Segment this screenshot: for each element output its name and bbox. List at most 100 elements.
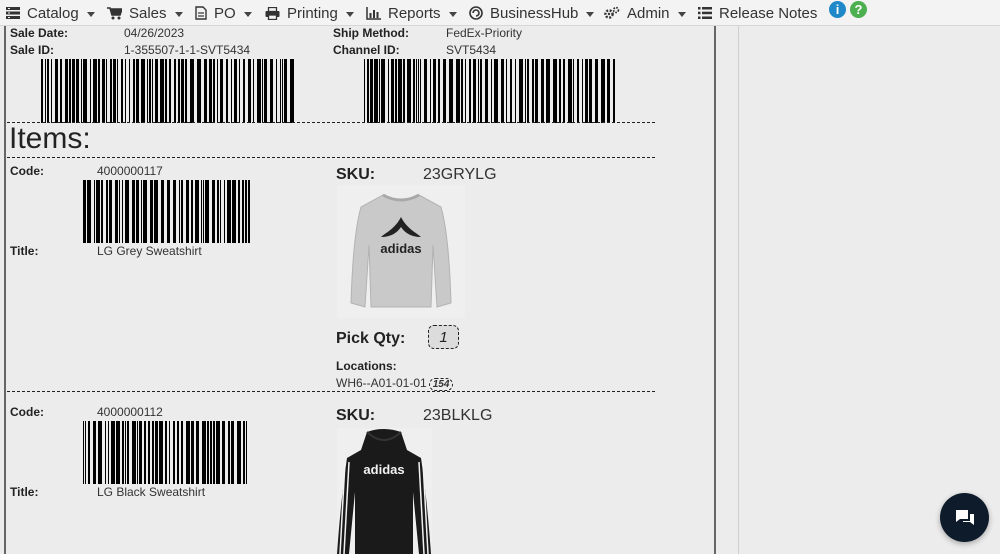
- barcode-bar: [403, 59, 405, 123]
- barcode-bar: [152, 59, 153, 123]
- nav-catalog[interactable]: Catalog: [6, 3, 95, 23]
- barcode-bar: [519, 59, 523, 123]
- barcode-bar: [238, 180, 240, 243]
- barcode-bar: [613, 59, 615, 123]
- barcode-bar: [181, 180, 183, 243]
- nav-admin-label: Admin: [627, 4, 670, 22]
- item-title-label: Title:: [10, 244, 39, 258]
- barcode-bar: [173, 180, 176, 243]
- barcode-bar: [388, 59, 389, 123]
- barcode-bar: [231, 59, 232, 123]
- barcode-bar: [246, 421, 247, 484]
- nav-po[interactable]: PO: [195, 3, 252, 23]
- panel-divider: [714, 26, 716, 554]
- barcode-bar: [173, 421, 175, 484]
- barcode-bar: [262, 59, 263, 123]
- barcode-bar: [190, 59, 194, 123]
- barcode-bar: [111, 421, 115, 484]
- nav-release-notes[interactable]: Release Notes: [698, 3, 817, 23]
- barcode-bar: [65, 59, 68, 123]
- barcode-bar: [76, 59, 79, 123]
- barcode-bar: [93, 421, 96, 484]
- barcode-bar: [139, 421, 142, 484]
- pick-qty-value: 1: [428, 325, 459, 349]
- barcode-bar: [191, 421, 194, 484]
- barcode-bar: [169, 59, 171, 123]
- nav-reports[interactable]: Reports: [366, 3, 457, 23]
- gears-icon: [604, 6, 620, 19]
- barcode-bar: [243, 59, 245, 123]
- cart-icon: [107, 6, 122, 19]
- barcode-bar: [141, 59, 145, 123]
- location-code: WH6--A01-01-01: [336, 376, 427, 390]
- barcode-bar: [433, 59, 436, 123]
- nav-sales[interactable]: Sales: [107, 3, 183, 23]
- locations-label: Locations:: [336, 359, 397, 373]
- barcode-bar: [577, 59, 579, 123]
- barcode-bar: [177, 421, 179, 484]
- barcode-bar: [237, 421, 241, 484]
- barcode-bar: [234, 59, 237, 123]
- chevron-down-icon: [174, 11, 183, 17]
- barcode-bar: [161, 180, 164, 243]
- product-image-brand-text: adidas: [380, 241, 421, 256]
- barcode-bar: [276, 59, 277, 123]
- barcode-bar: [264, 59, 267, 123]
- chat-button[interactable]: [940, 493, 989, 542]
- barcode-bar: [491, 59, 492, 123]
- barcode-bar: [228, 421, 230, 484]
- ship-method-value: FedEx-Priority: [446, 26, 523, 40]
- top-navbar: Catalog Sales PO Printing Reports Busine…: [0, 0, 1000, 26]
- barcode-bar: [148, 421, 150, 484]
- barcode-bar: [155, 421, 158, 484]
- barcode-bar: [167, 180, 170, 243]
- barcode-bar: [391, 59, 394, 123]
- barcode-bar: [90, 59, 91, 123]
- barcode-bar: [364, 59, 365, 123]
- barcode-bar: [284, 59, 287, 123]
- item-title-label: Title:: [10, 485, 39, 499]
- help-glyph: ?: [854, 2, 863, 17]
- barcode-bar: [413, 59, 415, 123]
- barcode-bar: [152, 421, 154, 484]
- location-count: 154: [428, 378, 454, 391]
- nav-reports-label: Reports: [388, 4, 441, 22]
- product-image-brand-text: adidas: [363, 462, 404, 477]
- barcode-bar: [88, 421, 90, 484]
- right-panel-border: [738, 26, 739, 554]
- barcode-bar: [207, 421, 209, 484]
- barcode-bar: [98, 59, 100, 123]
- barcode-bar: [149, 59, 151, 123]
- sale-date-value: 04/26/2023: [124, 26, 185, 40]
- barcode-bar: [204, 59, 207, 123]
- barcode-bar: [87, 180, 91, 243]
- barcode-bar: [45, 59, 46, 123]
- divider: [7, 391, 655, 392]
- barcode-bar: [98, 421, 102, 484]
- nav-businesshub[interactable]: BusinessHub: [469, 3, 595, 23]
- barcode-bar: [191, 180, 193, 243]
- nav-po-label: PO: [214, 4, 236, 22]
- barcode-bar: [374, 59, 378, 123]
- barcode-bar: [370, 59, 373, 123]
- barcode-bar: [222, 421, 225, 484]
- nav-admin[interactable]: Admin: [604, 3, 686, 23]
- help-icon[interactable]: ?: [850, 1, 867, 18]
- barcode-bar: [127, 421, 129, 484]
- barcode-bar: [141, 180, 142, 243]
- barcode-bar: [160, 59, 164, 123]
- barcode-bar: [83, 59, 87, 123]
- printer-icon: [265, 6, 280, 20]
- location-entry: WH6--A01-01-01 154: [336, 376, 454, 391]
- barcode-bar: [220, 59, 223, 123]
- barcode-bar: [239, 59, 240, 123]
- barcode-bar: [125, 180, 129, 243]
- barcode-bar: [217, 59, 218, 123]
- nav-printing[interactable]: Printing: [265, 3, 354, 23]
- barcode-bar: [527, 59, 529, 123]
- chevron-down-icon: [586, 11, 595, 17]
- docs-book-icon[interactable]: i: [829, 1, 846, 18]
- chevron-down-icon: [86, 11, 95, 17]
- barcode-bar: [210, 421, 212, 484]
- document-icon: [195, 6, 207, 20]
